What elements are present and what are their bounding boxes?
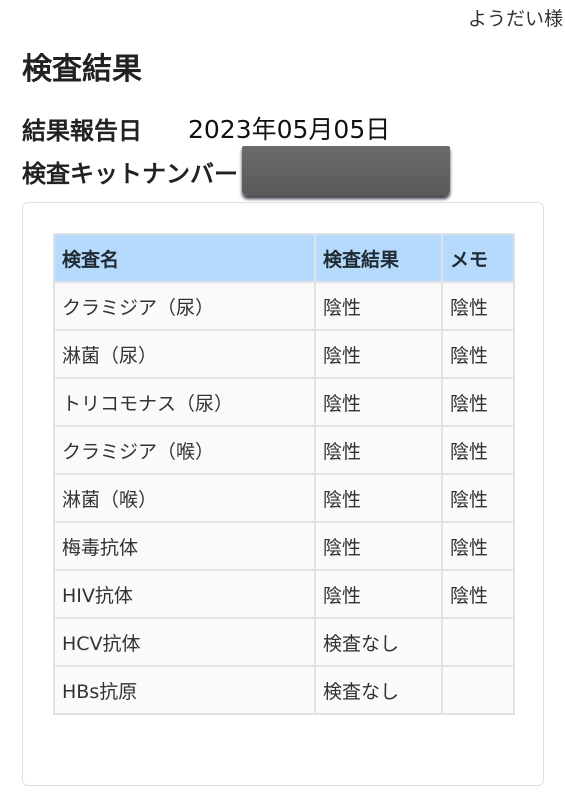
kit-number-redacted xyxy=(242,146,450,196)
table-row: HCV抗体 検査なし xyxy=(53,617,515,667)
test-name-cell: クラミジア（喉） xyxy=(53,425,316,475)
test-result-cell: 検査なし xyxy=(314,617,443,667)
report-date-label: 結果報告日 xyxy=(22,116,142,145)
table-row: 淋菌（尿） 陰性 陰性 xyxy=(53,329,515,379)
memo-cell xyxy=(441,665,515,715)
test-result-cell: 陰性 xyxy=(314,377,443,427)
test-name-cell: 梅毒抗体 xyxy=(53,521,316,571)
test-result-cell: 陰性 xyxy=(314,329,443,379)
test-result-cell: 陰性 xyxy=(314,521,443,571)
test-name-cell: 淋菌（尿） xyxy=(53,329,316,379)
test-name-cell: 淋菌（喉） xyxy=(53,473,316,523)
memo-cell: 陰性 xyxy=(441,425,515,475)
test-result-cell: 陰性 xyxy=(314,569,443,619)
test-result-cell: 陰性 xyxy=(314,281,443,331)
results-body: クラミジア（尿） 陰性 陰性 淋菌（尿） 陰性 陰性 トリコモナス（尿） 陰性 陰性 クラミジア（… xyxy=(53,281,515,715)
memo-cell: 陰性 xyxy=(441,521,515,571)
test-result-cell: 陰性 xyxy=(314,425,443,475)
memo-cell xyxy=(441,617,515,667)
user-name: ようだい様 xyxy=(467,8,563,30)
test-name-cell: HBs抗原 xyxy=(53,665,316,715)
memo-cell: 陰性 xyxy=(441,569,515,619)
memo-cell: 陰性 xyxy=(441,377,515,427)
table-header-row: 検査名 検査結果 メモ xyxy=(53,233,515,283)
kit-number-label: 検査キットナンバー xyxy=(22,159,238,188)
test-name-cell: トリコモナス（尿） xyxy=(53,377,316,427)
memo-cell: 陰性 xyxy=(441,281,515,331)
test-name-cell: HIV抗体 xyxy=(53,569,316,619)
table-row: 淋菌（喉） 陰性 陰性 xyxy=(53,473,515,523)
kit-number-row: 検査キットナンバー xyxy=(22,146,450,196)
table-row: トリコモナス（尿） 陰性 陰性 xyxy=(53,377,515,427)
memo-cell: 陰性 xyxy=(441,329,515,379)
test-name-cell: HCV抗体 xyxy=(53,617,316,667)
results-card: 検査名 検査結果 メモ クラミジア（尿） 陰性 陰性 淋菌（尿） 陰性 陰性 トリコモナス（… xyxy=(22,202,544,786)
results-table: 検査名 検査結果 メモ クラミジア（尿） 陰性 陰性 淋菌（尿） 陰性 陰性 トリコモナス（… xyxy=(53,233,515,715)
header-test-name: 検査名 xyxy=(53,233,316,283)
table-row: 梅毒抗体 陰性 陰性 xyxy=(53,521,515,571)
table-row: クラミジア（尿） 陰性 陰性 xyxy=(53,281,515,331)
table-row: HIV抗体 陰性 陰性 xyxy=(53,569,515,619)
table-row: HBs抗原 検査なし xyxy=(53,665,515,715)
page-title: 検査結果 xyxy=(22,52,142,87)
table-row: クラミジア（喉） 陰性 陰性 xyxy=(53,425,515,475)
memo-cell: 陰性 xyxy=(441,473,515,523)
test-result-cell: 陰性 xyxy=(314,473,443,523)
report-date-row: 結果報告日 2023年05月05日 xyxy=(22,110,390,146)
test-name-cell: クラミジア（尿） xyxy=(53,281,316,331)
report-date-value: 2023年05月05日 xyxy=(188,115,391,144)
test-result-cell: 検査なし xyxy=(314,665,443,715)
header-memo: メモ xyxy=(441,233,515,283)
header-test-result: 検査結果 xyxy=(314,233,443,283)
